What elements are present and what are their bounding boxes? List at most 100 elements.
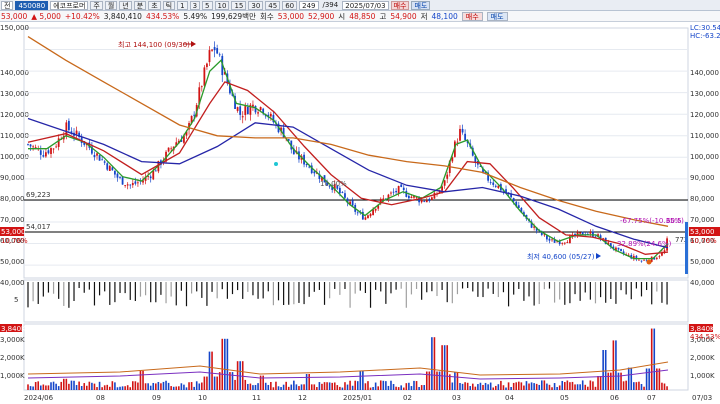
trade-amount: 199,629백만 bbox=[211, 11, 256, 21]
volume-bar bbox=[471, 383, 474, 390]
volume-bar bbox=[454, 372, 456, 390]
left-axis-label-120k: 120,000 bbox=[0, 111, 29, 119]
volume-bar bbox=[96, 387, 98, 390]
stock-code-input[interactable]: 450080 bbox=[15, 0, 49, 10]
candle-body bbox=[497, 185, 500, 189]
osc-bar bbox=[73, 282, 75, 301]
volume-bar bbox=[415, 381, 418, 390]
osc-bar bbox=[221, 282, 223, 290]
interval-5-button[interactable]: 5 bbox=[202, 0, 213, 10]
reload-label[interactable]: 회수 bbox=[260, 11, 274, 22]
volume-bar bbox=[147, 383, 149, 390]
osc-bar bbox=[410, 282, 413, 295]
osc-bar bbox=[594, 282, 597, 304]
period-minute-button[interactable]: 분 bbox=[133, 0, 147, 10]
volume-bar bbox=[216, 376, 218, 390]
date-input[interactable]: 2025/07/03 bbox=[342, 0, 389, 10]
volume-bar bbox=[359, 370, 362, 390]
quote-infobar: 53,000 ▲ 5,000 +10.42% 3,840,410 434.53%… bbox=[0, 11, 720, 22]
toolbar-buy-button[interactable]: 매수 bbox=[390, 0, 410, 10]
volume-bar bbox=[142, 370, 144, 390]
candle-body bbox=[494, 185, 497, 187]
volume-bar bbox=[512, 382, 515, 390]
osc-bar bbox=[109, 282, 111, 305]
interval-30-button[interactable]: 30 bbox=[248, 0, 264, 10]
interval-15-button[interactable]: 15 bbox=[231, 0, 247, 10]
interval-45-button[interactable]: 45 bbox=[265, 0, 281, 10]
bar-count-input[interactable]: 249 bbox=[299, 0, 319, 10]
osc-bar bbox=[426, 282, 428, 293]
volume-bar bbox=[497, 384, 500, 390]
osc-bar bbox=[196, 282, 198, 292]
volume-bar bbox=[610, 372, 612, 390]
period-second-button[interactable]: 초 bbox=[148, 0, 161, 10]
volume-bar bbox=[538, 384, 541, 390]
vol-axis-1000k: 1,000K bbox=[0, 372, 25, 380]
volume-bar bbox=[553, 383, 556, 390]
infobar-sell-button[interactable]: 매도 bbox=[486, 11, 508, 21]
interval-1-button[interactable]: 1 bbox=[177, 0, 188, 10]
osc-bar bbox=[482, 282, 484, 298]
toolbar-sell-button[interactable]: 매도 bbox=[411, 0, 431, 10]
osc-bar bbox=[83, 282, 85, 293]
volume-bar bbox=[45, 385, 47, 390]
period-month-button[interactable]: 월 bbox=[104, 0, 118, 10]
volume-bar bbox=[362, 370, 364, 390]
volume-bar bbox=[155, 383, 157, 390]
volume-bar bbox=[203, 376, 206, 390]
stock-name-field[interactable]: 에코프로머 bbox=[50, 0, 89, 10]
volume-bar bbox=[410, 386, 413, 390]
volume-bar bbox=[561, 380, 564, 390]
osc-bar bbox=[477, 282, 479, 297]
period-tick-button[interactable]: 틱 bbox=[162, 0, 176, 10]
interval-3-button[interactable]: 3 bbox=[189, 0, 201, 10]
volume-bar bbox=[627, 367, 630, 390]
candle-body bbox=[620, 249, 622, 251]
period-year-button[interactable]: 년 bbox=[119, 0, 132, 10]
osc-bar bbox=[144, 282, 147, 296]
candle-body bbox=[252, 104, 254, 107]
volume-bar bbox=[285, 381, 287, 390]
candle-body bbox=[167, 147, 170, 152]
candle-body bbox=[213, 47, 216, 51]
osc-bar bbox=[451, 282, 453, 304]
volume-bar bbox=[70, 380, 73, 390]
volume-bar bbox=[339, 386, 341, 390]
osc-bar bbox=[170, 282, 172, 297]
volume-bar bbox=[556, 386, 558, 390]
volume-bar bbox=[354, 380, 356, 390]
volume-bar bbox=[80, 386, 83, 390]
candle-body bbox=[131, 183, 134, 186]
candle-body bbox=[42, 155, 45, 157]
osc-bar bbox=[119, 282, 121, 293]
volume-bar bbox=[249, 383, 252, 390]
volume-bar bbox=[226, 338, 229, 390]
infobar-buy-button[interactable]: 매수 bbox=[461, 11, 483, 21]
volume-bar bbox=[507, 382, 510, 390]
market-select[interactable]: 전 bbox=[1, 0, 14, 10]
volume-bar bbox=[402, 387, 405, 390]
volume-bar bbox=[377, 386, 380, 390]
volume-bar bbox=[321, 383, 323, 390]
period-week-button[interactable]: 주 bbox=[90, 0, 103, 10]
volume-bar bbox=[55, 383, 57, 390]
osc-bar bbox=[487, 282, 489, 289]
volume-bar bbox=[638, 381, 640, 390]
volume-bar bbox=[160, 383, 162, 390]
osc-bar bbox=[456, 282, 459, 295]
volume-bar bbox=[349, 380, 351, 390]
volume-bar bbox=[517, 381, 520, 390]
price-chart[interactable]: 150,000 140,000 130,000 120,000 110,000 … bbox=[0, 22, 720, 404]
interval-60-button[interactable]: 60 bbox=[282, 0, 298, 10]
volume-bar bbox=[569, 382, 571, 390]
candle-body bbox=[101, 159, 104, 161]
interval-10-button[interactable]: 10 bbox=[214, 0, 230, 10]
candle-body bbox=[566, 242, 569, 244]
osc-bar bbox=[610, 282, 612, 299]
volume-bar bbox=[65, 378, 68, 390]
volume-bar bbox=[477, 384, 479, 390]
volume-bar bbox=[576, 384, 579, 390]
volume-bar bbox=[548, 384, 551, 390]
volume-bar bbox=[579, 384, 581, 390]
osc-bar bbox=[472, 282, 474, 292]
